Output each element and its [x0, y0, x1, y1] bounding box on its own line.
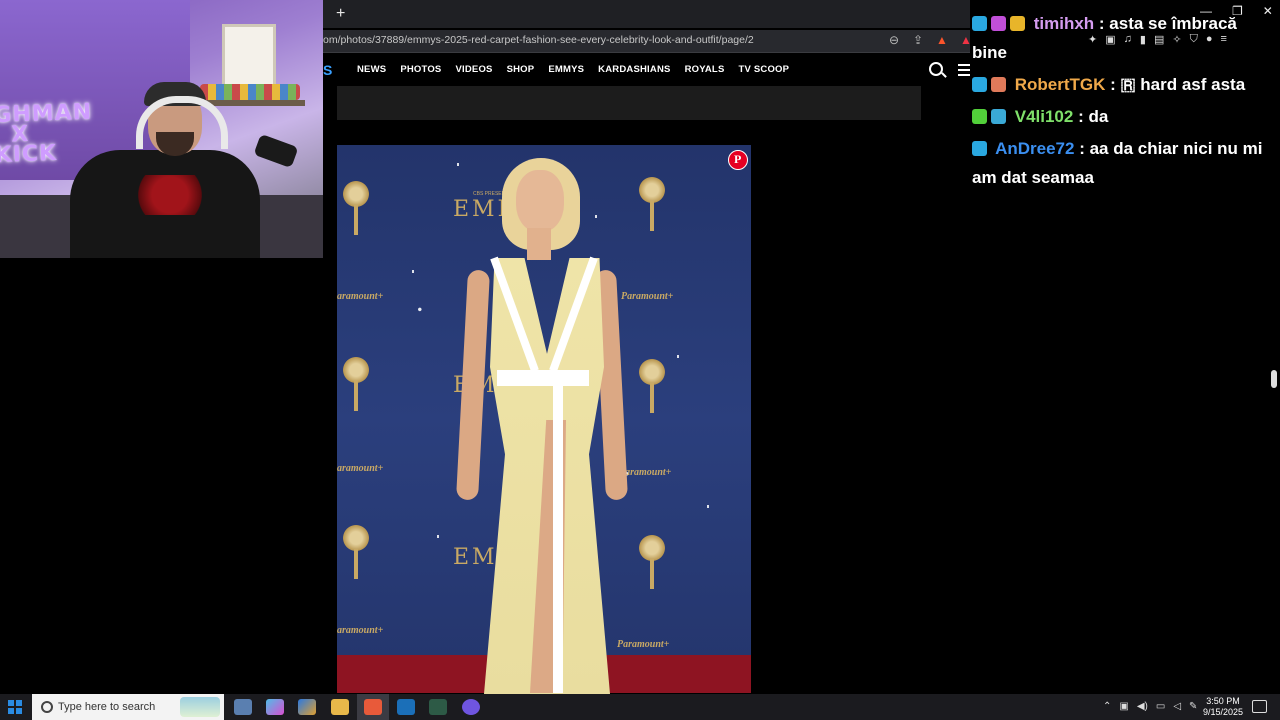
chat-message: timihxh : asta se îmbracă bine [972, 9, 1272, 67]
webcam-figures [200, 84, 300, 100]
chevron-up-icon[interactable]: ⌃ [1103, 701, 1111, 712]
site-logo[interactable]: S [323, 62, 332, 78]
zoom-icon[interactable]: ⊖ [886, 33, 902, 47]
address-bar-icons: ⊖ ⇪ ▲ ▲ [886, 33, 974, 47]
gown-slit-trim [553, 385, 563, 693]
chat-username[interactable]: timihxh [1034, 14, 1094, 33]
search-highlight-image [180, 697, 220, 717]
nav-photos[interactable]: PHOTOS [400, 64, 441, 75]
chat-text: : da [1078, 107, 1109, 126]
brave-shields-icon[interactable]: ▲ [934, 33, 950, 47]
search-icon[interactable] [929, 62, 943, 76]
task-view-icon[interactable] [234, 699, 252, 715]
clock-date: 9/15/2025 [1202, 707, 1244, 717]
verified-badge-icon [972, 109, 987, 124]
backdrop-sponsor-6: Paramount+ [617, 639, 670, 650]
backdrop-sponsor-1: aramount+ [337, 291, 384, 302]
discord-icon[interactable] [462, 699, 480, 715]
pinterest-save-icon[interactable]: P [728, 150, 748, 170]
crown-badge-icon [1010, 16, 1025, 31]
backdrop-sponsor-3: aramount+ [337, 463, 384, 474]
chat-username[interactable]: RobertTGK [1015, 75, 1106, 94]
nav-royals[interactable]: ROYALS [685, 64, 725, 75]
scrollbar-thumb[interactable] [1271, 370, 1277, 388]
taskbar-clock[interactable]: 3:50 PM 9/15/2025 [1198, 696, 1248, 718]
chat-message: RobertTGK : 🇷 hard asf asta [972, 70, 1272, 99]
search-placeholder: Type here to search [58, 701, 156, 713]
woman-face [516, 170, 564, 232]
taskbar-search-box[interactable]: Type here to search [32, 694, 224, 720]
speaker-icon[interactable]: ◁ [1173, 701, 1181, 712]
chat-username[interactable]: V4li102 [1015, 107, 1074, 126]
backdrop-sponsor-5: aramount+ [337, 625, 384, 636]
backdrop-emmy-partial-2: EM [453, 545, 498, 570]
sub-badge-icon [972, 141, 987, 156]
nav-shop[interactable]: SHOP [507, 64, 535, 75]
url-text[interactable]: om/photos/37889/emmys-2025-red-carpet-fa… [323, 34, 754, 46]
emmy-statue-icon [341, 355, 371, 415]
og-badge-icon [991, 109, 1006, 124]
emmy-statue-icon [341, 179, 371, 239]
nav-news[interactable]: NEWS [357, 64, 386, 75]
notification-icon[interactable] [1252, 700, 1267, 713]
nav-emmys[interactable]: EMMYS [548, 64, 584, 75]
gift-badge-icon [991, 16, 1006, 31]
nav-tv-scoop[interactable]: TV SCOOP [738, 64, 789, 75]
new-tab-button[interactable]: + [336, 5, 345, 23]
site-nav-links: NEWS PHOTOS VIDEOS SHOP EMMYS KARDASHIAN… [357, 64, 803, 75]
nav-kardashians[interactable]: KARDASHIANS [598, 64, 670, 75]
gift-badge-icon [991, 77, 1006, 92]
brave-browser-icon[interactable] [364, 699, 382, 715]
emmy-statue-icon [637, 175, 667, 235]
chat-message: AnDree72 : aa da chiar nici nu mi am dat… [972, 134, 1272, 192]
ad-placeholder [337, 86, 921, 120]
system-tray: ⌃ ▣ ◀) ▭ ◁ ✎ [1103, 701, 1197, 712]
gown-belt [497, 370, 589, 386]
search-icon [41, 701, 53, 713]
steam-icon[interactable] [397, 699, 415, 715]
sub-badge-icon [972, 77, 987, 92]
xbox-icon[interactable] [429, 699, 447, 715]
windows-start-icon[interactable] [8, 700, 22, 714]
volume-icon[interactable]: ◀) [1137, 701, 1148, 712]
woman-neck [527, 228, 551, 260]
tab-bar [323, 0, 970, 28]
pen-icon[interactable]: ✎ [1189, 701, 1197, 712]
emmy-statue-icon [341, 523, 371, 583]
copilot-app-icon[interactable] [298, 699, 316, 715]
file-explorer-icon[interactable] [331, 699, 349, 715]
shirt-print [130, 175, 210, 215]
microphone [253, 133, 299, 169]
copilot-icon[interactable] [266, 699, 284, 715]
network-icon[interactable]: ▭ [1156, 701, 1165, 712]
clock-time: 3:50 PM [1206, 696, 1240, 706]
backdrop-sponsor-2: Paramount+ [621, 291, 674, 302]
chat-username[interactable]: AnDree72 [995, 139, 1074, 158]
chat-message: V4li102 : da [972, 102, 1272, 131]
chat-text: : 🇷 hard asf asta [1110, 75, 1246, 94]
sub-badge-icon [972, 16, 987, 31]
emmy-statue-icon [637, 357, 667, 417]
nav-videos[interactable]: VIDEOS [455, 64, 492, 75]
webcam-overlay: GHMAN X KICK [0, 0, 323, 258]
emmy-statue-icon [637, 533, 667, 593]
tray-app-icon[interactable]: ▣ [1119, 701, 1128, 712]
share-icon[interactable]: ⇪ [910, 33, 926, 47]
